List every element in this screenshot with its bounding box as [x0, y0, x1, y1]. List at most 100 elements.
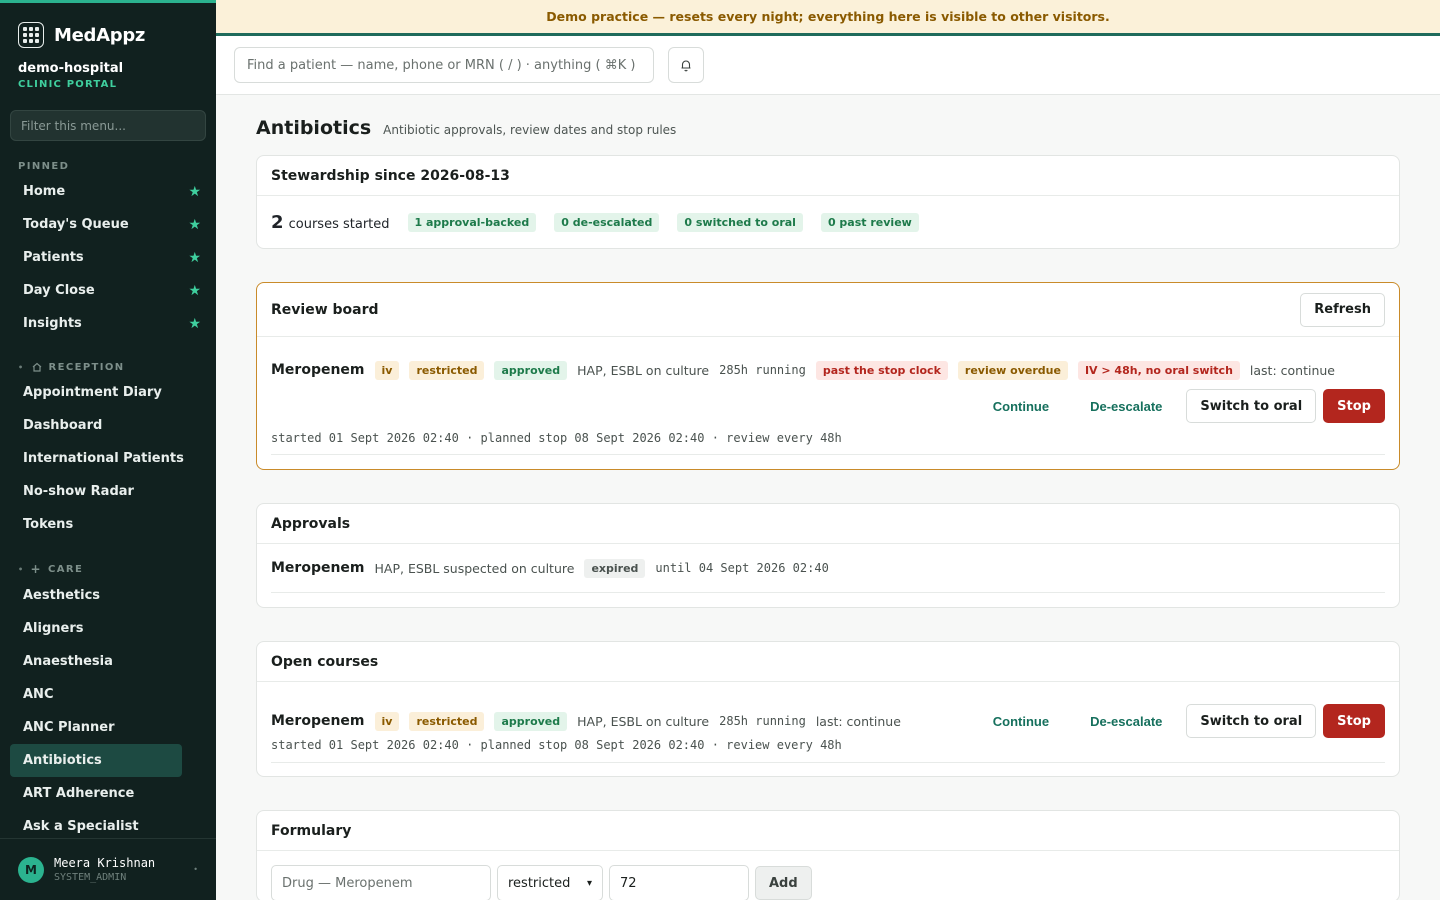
star-icon[interactable]: ★: [188, 184, 201, 200]
restriction-tag: restricted: [409, 360, 485, 380]
sidebar-item-patients[interactable]: Patients ★: [0, 241, 216, 274]
star-icon[interactable]: ★: [188, 217, 201, 233]
running-time: 285h running: [719, 363, 806, 377]
sidebar-item-label: Aesthetics: [23, 588, 101, 603]
app-logo-icon: [18, 22, 44, 48]
section-label-care: CARE: [47, 563, 84, 575]
drug-input[interactable]: Drug — Meropenem: [271, 865, 491, 900]
section-reception[interactable]: • RECEPTION: [0, 361, 216, 373]
chevron-down-icon: ▾: [586, 877, 592, 889]
notifications-button[interactable]: [668, 47, 704, 83]
sidebar-item-anc-planner[interactable]: ANC Planner: [0, 711, 216, 744]
bell-icon: [681, 60, 691, 72]
avatar: M: [18, 856, 44, 883]
courses-label: courses started: [288, 216, 390, 232]
switch-to-oral-button[interactable]: Switch to oral: [1186, 389, 1317, 423]
stop-button[interactable]: Stop: [1323, 704, 1385, 738]
menu-filter-input[interactable]: Filter this menu...: [10, 110, 206, 141]
star-icon[interactable]: ★: [188, 250, 201, 266]
formulary-title: Formulary: [271, 822, 352, 839]
switch-to-oral-button[interactable]: Switch to oral: [1186, 704, 1317, 738]
courses-started: 2 courses started: [271, 212, 390, 233]
add-button[interactable]: Add: [755, 866, 812, 900]
drug-name: Meropenem: [271, 560, 365, 576]
indication: HAP, ESBL suspected on culture: [374, 560, 575, 576]
stop-button[interactable]: Stop: [1323, 389, 1385, 423]
approval-tag: approved: [494, 360, 568, 380]
sidebar-item-tokens[interactable]: Tokens: [0, 508, 216, 541]
restriction-tag: restricted: [409, 711, 485, 731]
card-header: Open courses: [257, 642, 1399, 682]
care-list: Aesthetics Aligners Anaesthesia ANC ANC …: [0, 579, 216, 843]
approval-item: Meropenem HAP, ESBL suspected on culture…: [257, 544, 1399, 607]
drug-name: Meropenem: [271, 713, 365, 729]
plus-icon: +: [30, 562, 42, 576]
continue-button[interactable]: Continue: [976, 704, 1066, 738]
section-care[interactable]: • + CARE: [0, 562, 216, 576]
de-escalate-button[interactable]: De-escalate: [1073, 704, 1179, 738]
course-actions: Continue De-escalate Switch to oral Stop: [976, 704, 1385, 738]
formulary-form: Drug — Meropenem restricted ▾ 72 Add: [257, 851, 1399, 900]
pinned-list: Home ★ Today's Queue ★ Patients ★ Day Close…: [0, 175, 216, 340]
sidebar-item-anaesthesia[interactable]: Anaesthesia: [0, 645, 216, 678]
main-content: Antibiotics Antibiotic approvals, review…: [216, 95, 1440, 900]
sidebar-item-aesthetics[interactable]: Aesthetics: [0, 579, 216, 612]
collapse-dot-icon: •: [18, 564, 25, 574]
review-item-summary: Meropenem iv restricted approved HAP, ES…: [271, 355, 1385, 385]
refresh-button[interactable]: Refresh: [1300, 292, 1385, 327]
patient-search-input[interactable]: Find a patient — name, phone or MRN ( / …: [234, 47, 654, 83]
page-header: Antibiotics Antibiotic approvals, review…: [256, 117, 1400, 145]
star-icon[interactable]: ★: [188, 283, 201, 299]
stewardship-title: Stewardship since 2026-08-13: [271, 167, 510, 184]
brand[interactable]: MedAppz: [0, 3, 216, 51]
caret-icon: •: [193, 865, 198, 874]
sidebar-item-label: ANC Planner: [23, 720, 115, 735]
sidebar-item-label: ANC: [23, 687, 54, 702]
star-icon[interactable]: ★: [188, 316, 201, 332]
sidebar-item-label: Home: [23, 184, 66, 199]
sidebar-item-appointment-diary[interactable]: Appointment Diary: [0, 376, 216, 409]
topbar: Find a patient — name, phone or MRN ( / …: [216, 36, 1440, 95]
demo-banner: Demo practice — resets every night; ever…: [216, 0, 1440, 36]
card-header: Review board Refresh: [257, 283, 1399, 337]
course-timeline: started 01 Sept 2026 02:40 · planned sto…: [271, 738, 842, 752]
sidebar-item-label: Today's Queue: [23, 217, 129, 232]
sidebar-item-day-close[interactable]: Day Close ★: [0, 274, 216, 307]
sidebar-item-anc[interactable]: ANC: [0, 678, 216, 711]
user-menu[interactable]: M Meera Krishnan SYSTEM_ADMIN •: [0, 838, 216, 900]
route-tag: iv: [374, 360, 400, 380]
courses-count: 2: [271, 211, 284, 233]
sidebar-item-label: Patients: [23, 250, 84, 265]
sidebar-item-label: Tokens: [23, 517, 74, 532]
sidebar-item-international-patients[interactable]: International Patients: [0, 442, 216, 475]
de-escalate-button[interactable]: De-escalate: [1073, 389, 1179, 423]
sidebar-item-label: ART Adherence: [23, 786, 135, 801]
review-actions: Continue De-escalate Switch to oral Stop: [271, 389, 1385, 423]
class-select[interactable]: restricted ▾: [497, 865, 603, 900]
brand-name: MedAppz: [54, 24, 146, 46]
sidebar-item-insights[interactable]: Insights ★: [0, 307, 216, 340]
sidebar-item-dashboard[interactable]: Dashboard: [0, 409, 216, 442]
continue-button[interactable]: Continue: [976, 389, 1066, 423]
alert-badge: IV > 48h, no oral switch: [1077, 360, 1240, 380]
class-select-value: restricted: [508, 875, 571, 891]
sidebar-item-aligners[interactable]: Aligners: [0, 612, 216, 645]
sidebar-item-label: Ask a Specialist: [23, 819, 139, 834]
last-action: last: continue: [1249, 362, 1335, 378]
sidebar-item-label: Dashboard: [23, 418, 103, 433]
formulary-card: Formulary Drug — Meropenem restricted ▾ …: [256, 810, 1400, 900]
sidebar-item-home[interactable]: Home ★: [0, 175, 216, 208]
sidebar-item-art-adherence[interactable]: ART Adherence: [0, 777, 216, 810]
user-role: SYSTEM_ADMIN: [54, 872, 127, 883]
page-subtitle: Antibiotic approvals, review dates and s…: [383, 123, 677, 137]
sidebar-item-label: International Patients: [23, 451, 184, 466]
review-item: Meropenem iv restricted approved HAP, ES…: [257, 337, 1399, 469]
sidebar-item-no-show-radar[interactable]: No-show Radar: [0, 475, 216, 508]
sidebar-item-todays-queue[interactable]: Today's Queue ★: [0, 208, 216, 241]
section-label-reception: RECEPTION: [48, 361, 125, 373]
alert-badge: past the stop clock: [815, 360, 948, 380]
sidebar-item-antibiotics[interactable]: Antibiotics: [10, 744, 182, 777]
hours-input[interactable]: 72: [609, 865, 749, 900]
reception-list: Appointment Diary Dashboard Internationa…: [0, 376, 216, 541]
stat-badge: 1 approval-backed: [407, 212, 537, 232]
